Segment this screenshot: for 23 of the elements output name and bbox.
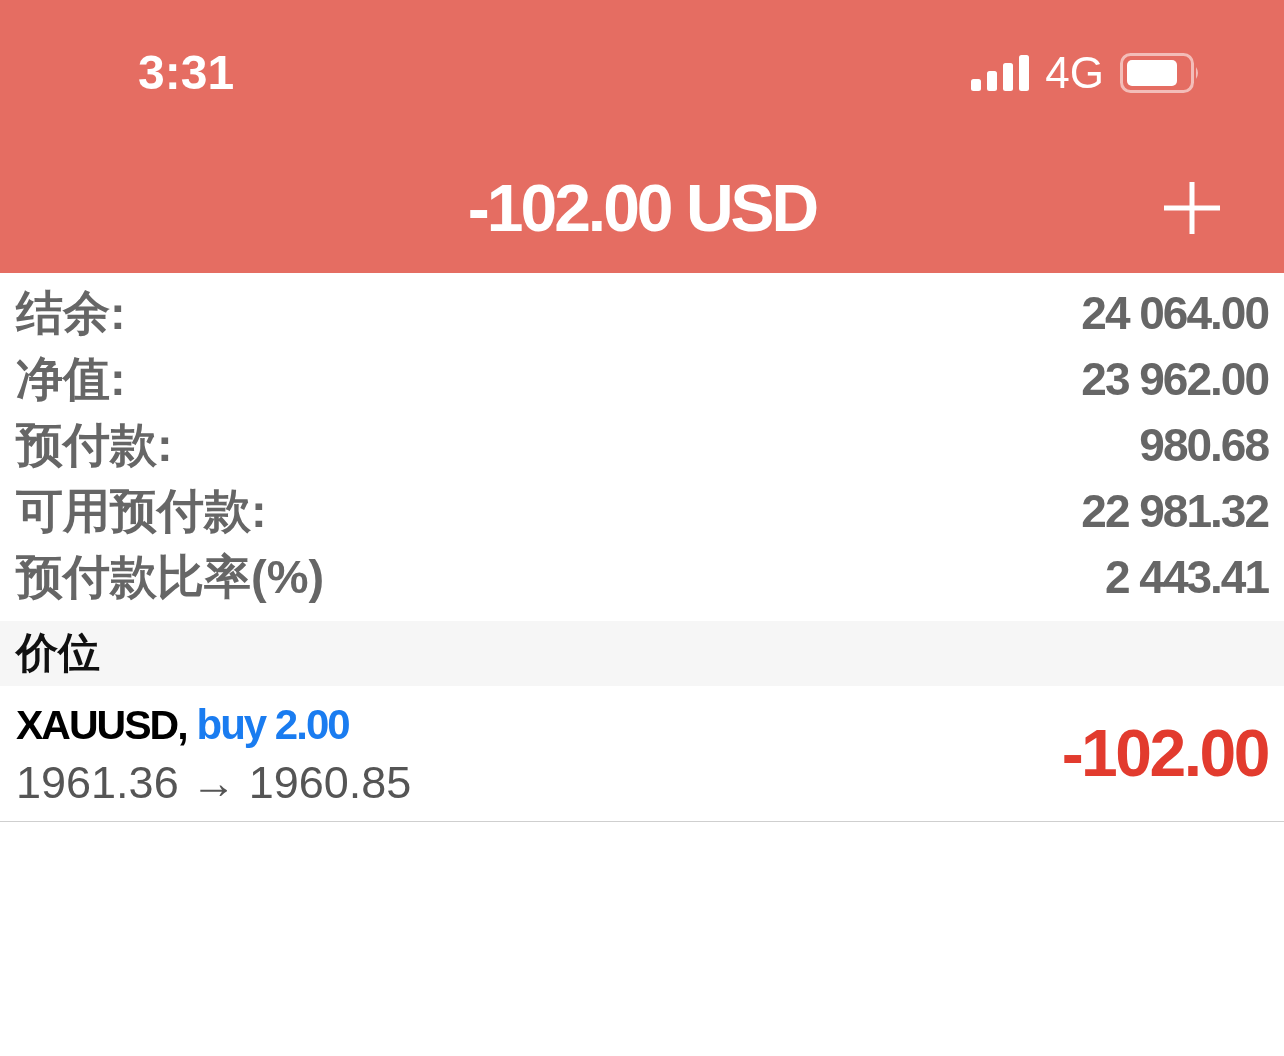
signal-icon [971,54,1030,91]
status-time: 3:31 [138,45,235,100]
summary-label: 净值: [16,353,126,405]
position-profit: -102.00 [1061,717,1268,790]
section-title: 价位 [16,630,100,677]
plus-icon [1164,182,1220,234]
balance-title: -102.00 USD [467,175,817,241]
summary-value: 980.68 [1139,419,1268,471]
battery-icon [1120,52,1200,93]
summary-label: 预付款比率(%) [16,551,325,603]
position-symbol: XAUUSD, [16,702,187,748]
add-button[interactable] [1164,182,1220,234]
summary-value: 2 443.41 [1104,551,1268,603]
summary-value: 22 981.32 [1081,485,1268,537]
position-row[interactable]: XAUUSD, buy 2.00 1961.36 → 1960.85 -102.00 [0,686,1284,822]
summary-value: 23 962.00 [1081,353,1268,405]
position-prices: 1961.36 → 1960.85 [16,757,412,808]
position-side: buy 2.00 [196,701,349,748]
network-label: 4G [1045,50,1104,95]
summary-label: 预付款: [16,419,173,471]
summary-value: 24 064.00 [1081,287,1268,339]
summary-label: 结余: [16,287,126,339]
summary-label: 可用预付款: [16,485,267,537]
